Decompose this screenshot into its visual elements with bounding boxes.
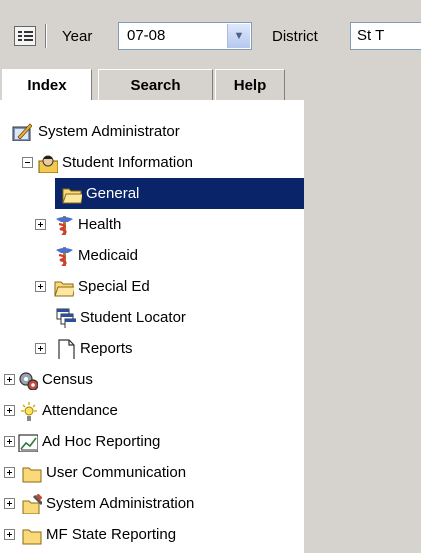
tree-item-label: MF State Reporting	[46, 526, 177, 543]
expand-icon[interactable]	[35, 281, 46, 292]
caduceus-icon	[56, 247, 73, 266]
tree-item-health[interactable]: Health	[0, 209, 300, 240]
tree-item-system-administration[interactable]: System Administration	[0, 488, 300, 519]
tree-item-label: Attendance	[42, 402, 118, 419]
tree-item-label: Census	[42, 371, 93, 388]
tree-item-attendance[interactable]: Attendance	[0, 395, 300, 426]
tree-item-label: Special Ed	[78, 278, 150, 295]
folder-open-icon	[54, 281, 74, 297]
toolbar-separator	[45, 24, 47, 48]
tree-item-label: Student Information	[62, 154, 193, 171]
tree-item-student-locator[interactable]: Student Locator	[0, 302, 300, 333]
tools-folder-icon	[22, 494, 42, 514]
year-select[interactable]: 07-08 ▼	[118, 22, 252, 50]
tab-strip: Index Search Help	[0, 58, 304, 102]
tree-item-label: System Administrator	[38, 123, 180, 140]
tree-item-system-administrator[interactable]: System Administrator	[0, 116, 300, 147]
tree-item-label: Student Locator	[80, 309, 186, 326]
tree-item-label: System Administration	[46, 495, 195, 512]
tree-item-user-communication[interactable]: User Communication	[0, 457, 300, 488]
expand-icon[interactable]	[4, 529, 15, 540]
year-value: 07-08	[127, 27, 166, 44]
collapse-icon[interactable]	[22, 157, 33, 168]
tree-item-label: Health	[78, 216, 122, 233]
student-info-icon	[38, 155, 58, 173]
chart-report-icon	[18, 434, 38, 452]
tab-index[interactable]: Index	[2, 69, 92, 102]
expand-icon[interactable]	[35, 219, 46, 230]
expand-icon[interactable]	[4, 498, 15, 509]
tab-search[interactable]: Search	[98, 69, 213, 100]
navigation-tree: System Administrator Student Information…	[0, 100, 304, 553]
tree-item-general[interactable]: General	[0, 178, 304, 209]
windows-stack-icon	[56, 308, 76, 328]
toolbar: Year 07-08 ▼ District St T	[0, 0, 421, 58]
expand-icon[interactable]	[4, 405, 15, 416]
tree-item-special-ed[interactable]: Special Ed	[0, 271, 300, 302]
census-gears-icon	[19, 372, 38, 390]
tree-item-census[interactable]: Census	[0, 364, 300, 395]
expand-icon[interactable]	[4, 467, 15, 478]
folder-icon	[22, 467, 42, 483]
tree-item-label: User Communication	[46, 464, 187, 481]
tree-item-label: General	[86, 185, 140, 202]
tree-item-label: Medicaid	[78, 247, 139, 264]
expand-icon[interactable]	[35, 343, 46, 354]
tree-view-toggle-icon[interactable]	[14, 26, 36, 46]
tree-item-ad-hoc-reporting[interactable]: Ad Hoc Reporting	[0, 426, 300, 457]
admin-folder-icon	[12, 123, 32, 141]
folder-icon	[22, 529, 42, 545]
tree-item-mf-state-reporting[interactable]: MF State Reporting	[0, 519, 300, 550]
district-select[interactable]: St T	[350, 22, 421, 50]
tree-item-label: Reports	[80, 340, 133, 357]
document-icon	[58, 339, 75, 359]
content-pane	[304, 58, 421, 553]
caduceus-icon	[56, 216, 73, 235]
expand-icon[interactable]	[4, 436, 15, 447]
tree-item-label: Ad Hoc Reporting	[42, 433, 161, 450]
lightbulb-icon	[21, 402, 37, 421]
tab-help[interactable]: Help	[215, 69, 285, 100]
district-label: District	[272, 28, 318, 45]
tree-item-student-information[interactable]: Student Information	[0, 147, 300, 178]
folder-open-icon	[62, 188, 82, 204]
expand-icon[interactable]	[4, 374, 15, 385]
chevron-down-icon[interactable]: ▼	[227, 24, 250, 48]
district-value: St T	[357, 27, 385, 44]
tree-item-medicaid[interactable]: Medicaid	[0, 240, 300, 271]
tree-item-reports[interactable]: Reports	[0, 333, 300, 364]
year-label: Year	[62, 28, 93, 45]
